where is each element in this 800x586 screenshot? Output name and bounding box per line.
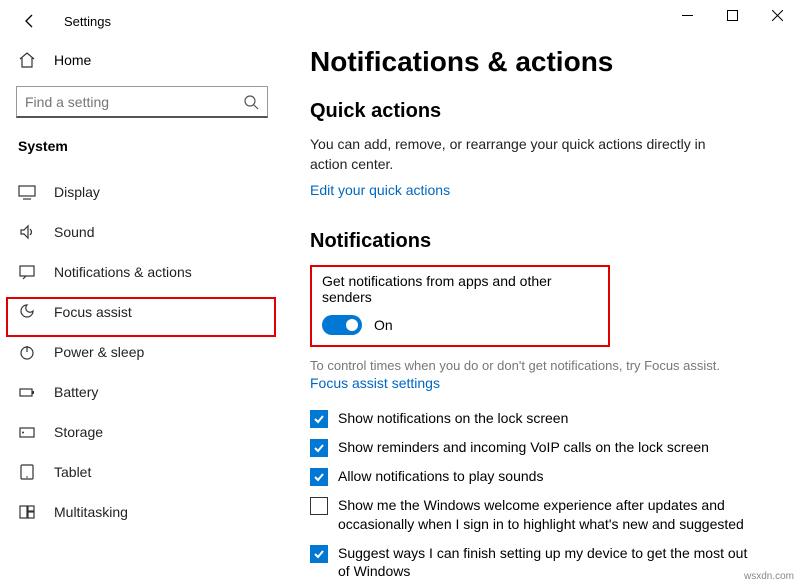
quick-actions-heading: Quick actions xyxy=(310,100,780,123)
window-controls xyxy=(665,0,800,30)
quick-actions-desc: You can add, remove, or rearrange your q… xyxy=(310,135,740,174)
sidebar-home-label: Home xyxy=(54,52,91,68)
notifications-toggle-label: Get notifications from apps and other se… xyxy=(322,273,598,305)
sidebar-item-label: Focus assist xyxy=(54,304,132,320)
annotation-highlight-content: Get notifications from apps and other se… xyxy=(310,265,610,347)
notifications-toggle[interactable] xyxy=(322,315,362,335)
checkbox-label: Show notifications on the lock screen xyxy=(338,409,568,428)
focus-assist-hint: To control times when you do or don't ge… xyxy=(310,357,740,375)
close-button[interactable] xyxy=(755,0,800,30)
sidebar-item-notifications[interactable]: Notifications & actions xyxy=(16,252,282,292)
close-icon xyxy=(772,10,783,21)
sidebar-item-battery[interactable]: Battery xyxy=(16,372,282,412)
home-icon xyxy=(18,51,36,69)
sidebar-item-power-sleep[interactable]: Power & sleep xyxy=(16,332,282,372)
sidebar-item-multitasking[interactable]: Multitasking xyxy=(16,492,282,532)
tablet-icon xyxy=(18,463,36,481)
checkbox-label: Suggest ways I can finish setting up my … xyxy=(338,544,750,582)
search-input[interactable] xyxy=(25,94,243,110)
content-pane: Notifications & actions Quick actions Yo… xyxy=(282,42,800,586)
multitasking-icon xyxy=(18,503,36,521)
checkbox-setup-suggestions[interactable] xyxy=(310,545,328,563)
checkbox-row: Show notifications on the lock screen xyxy=(310,409,750,428)
sidebar-item-label: Multitasking xyxy=(54,504,128,520)
checkbox-row: Allow notifications to play sounds xyxy=(310,467,750,486)
checkbox-welcome-experience[interactable] xyxy=(310,497,328,515)
minimize-button[interactable] xyxy=(665,0,710,30)
page-title: Notifications & actions xyxy=(310,46,780,78)
sidebar-section-header: System xyxy=(16,138,282,154)
sidebar-item-label: Sound xyxy=(54,224,94,240)
sidebar-item-sound[interactable]: Sound xyxy=(16,212,282,252)
checkbox-label: Show reminders and incoming VoIP calls o… xyxy=(338,438,709,457)
sidebar-item-tablet[interactable]: Tablet xyxy=(16,452,282,492)
battery-icon xyxy=(18,383,36,401)
power-icon xyxy=(18,343,36,361)
storage-icon xyxy=(18,423,36,441)
display-icon xyxy=(18,183,36,201)
checkbox-lock-screen-notifications[interactable] xyxy=(310,410,328,428)
notifications-checkbox-list: Show notifications on the lock screen Sh… xyxy=(310,409,780,586)
checkbox-row: Show reminders and incoming VoIP calls o… xyxy=(310,438,750,457)
sidebar-item-focus-assist[interactable]: Focus assist xyxy=(16,292,282,332)
search-icon xyxy=(243,94,259,110)
checkbox-row: Suggest ways I can finish setting up my … xyxy=(310,544,750,582)
sidebar-item-storage[interactable]: Storage xyxy=(16,412,282,452)
back-button[interactable] xyxy=(18,9,42,33)
checkbox-reminders-voip[interactable] xyxy=(310,439,328,457)
minimize-icon xyxy=(682,10,693,21)
titlebar: Settings xyxy=(0,0,800,42)
focus-assist-settings-link[interactable]: Focus assist settings xyxy=(310,375,440,391)
sound-icon xyxy=(18,223,36,241)
maximize-button[interactable] xyxy=(710,0,755,30)
focus-assist-icon xyxy=(18,303,36,321)
window-title: Settings xyxy=(64,14,111,29)
sidebar: Home System Display Sound Notifications … xyxy=(0,42,282,586)
maximize-icon xyxy=(727,10,738,21)
checkbox-row: Show me the Windows welcome experience a… xyxy=(310,496,750,534)
sidebar-item-display[interactable]: Display xyxy=(16,172,282,212)
arrow-left-icon xyxy=(22,13,38,29)
sidebar-item-label: Battery xyxy=(54,384,98,400)
notifications-heading: Notifications xyxy=(310,230,780,253)
sidebar-item-label: Notifications & actions xyxy=(54,264,192,280)
sidebar-item-home[interactable]: Home xyxy=(16,42,282,78)
watermark: wsxdn.com xyxy=(744,571,794,582)
notifications-icon xyxy=(18,263,36,281)
sidebar-item-label: Storage xyxy=(54,424,103,440)
notifications-toggle-state: On xyxy=(374,317,393,333)
sidebar-item-label: Power & sleep xyxy=(54,344,144,360)
checkbox-label: Show me the Windows welcome experience a… xyxy=(338,496,750,534)
sidebar-item-label: Display xyxy=(54,184,100,200)
checkbox-play-sounds[interactable] xyxy=(310,468,328,486)
checkbox-label: Allow notifications to play sounds xyxy=(338,467,543,486)
edit-quick-actions-link[interactable]: Edit your quick actions xyxy=(310,182,450,198)
sidebar-item-label: Tablet xyxy=(54,464,91,480)
search-box[interactable] xyxy=(16,86,268,118)
